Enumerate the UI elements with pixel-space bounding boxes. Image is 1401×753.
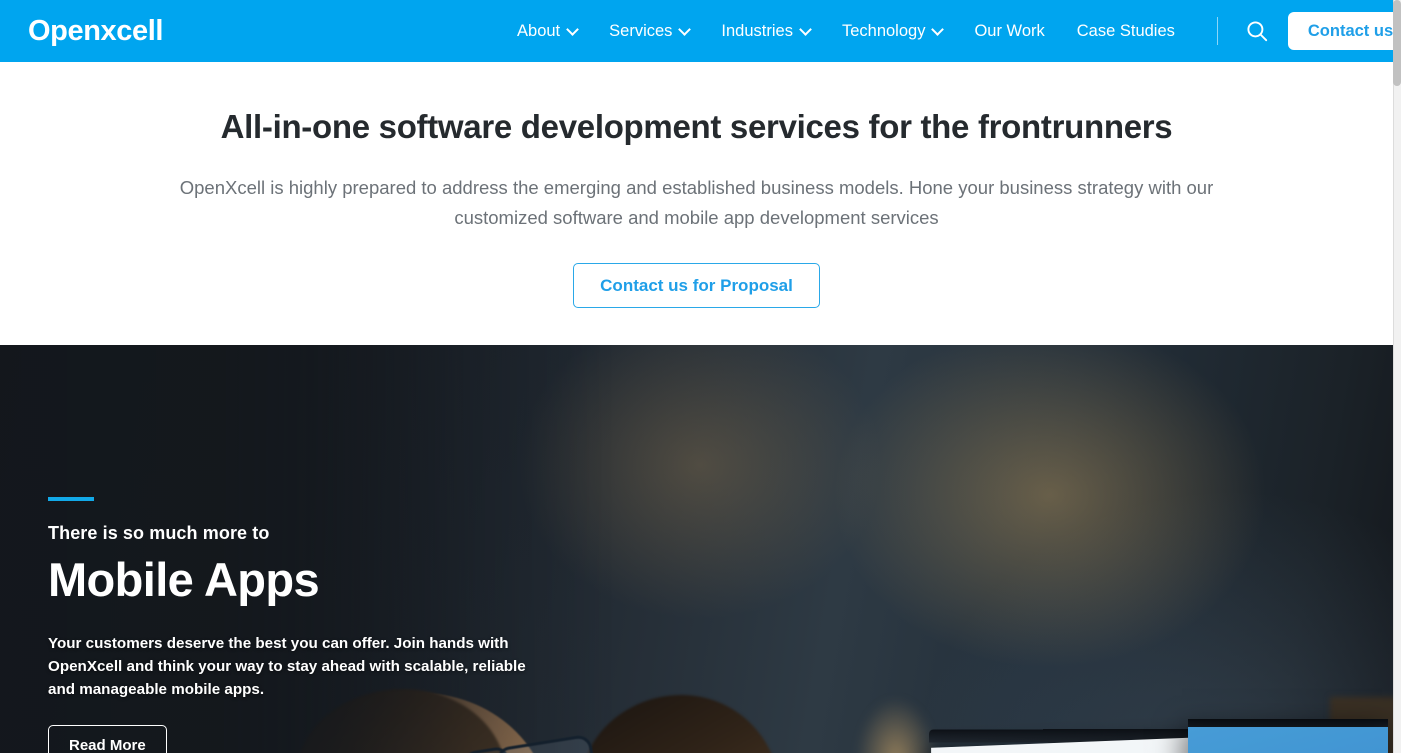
hero-subtitle: OpenXcell is highly prepared to address … [179, 176, 1214, 228]
nav-item-label: Technology [841, 21, 926, 40]
site-header: Openxcell About Services Industries Tech… [0, 0, 1401, 62]
chevron-down-icon [678, 23, 692, 36]
nav-item-about[interactable]: About [501, 23, 593, 40]
brand-logo[interactable]: Openxcell [28, 16, 163, 46]
search-icon[interactable] [1240, 14, 1274, 48]
nav-item-label: Services [609, 21, 673, 40]
page-root: Openxcell About Services Industries Tech… [0, 0, 1401, 753]
nav-item-industries[interactable]: Industries [705, 23, 826, 40]
banner-content: There is so much more to Mobile Apps You… [48, 497, 568, 753]
read-more-button[interactable]: Read More [48, 725, 167, 753]
nav-item-technology[interactable]: Technology [826, 23, 958, 40]
page-scrollbar[interactable] [1393, 0, 1401, 753]
nav-item-label: Case Studies [1076, 21, 1175, 40]
page-title: All-in-one software development services… [220, 108, 1173, 145]
nav-item-label: About [517, 21, 561, 40]
accent-bar [48, 497, 94, 501]
contact-us-button[interactable]: Contact us [1287, 11, 1401, 51]
nav-item-our-work[interactable]: Our Work [958, 23, 1060, 40]
mobile-apps-banner: There is so much more to Mobile Apps You… [0, 345, 1393, 753]
hero-section: All-in-one software development services… [0, 62, 1393, 345]
chevron-down-icon [931, 23, 945, 36]
banner-kicker: There is so much more to [48, 523, 270, 543]
contact-for-proposal-button[interactable]: Contact us for Proposal [573, 262, 820, 308]
main-navigation: About Services Industries Technology Our… [501, 11, 1401, 51]
nav-item-services[interactable]: Services [593, 23, 705, 40]
banner-title: Mobile Apps [48, 552, 320, 606]
nav-item-label: Industries [721, 21, 793, 40]
banner-description: Your customers deserve the best you can … [48, 635, 526, 699]
chevron-down-icon [566, 23, 580, 36]
scrollbar-thumb[interactable] [1393, 0, 1401, 86]
chevron-down-icon [799, 23, 812, 36]
nav-divider [1216, 17, 1218, 45]
nav-item-case-studies[interactable]: Case Studies [1061, 23, 1191, 40]
nav-item-label: Our Work [974, 21, 1045, 40]
